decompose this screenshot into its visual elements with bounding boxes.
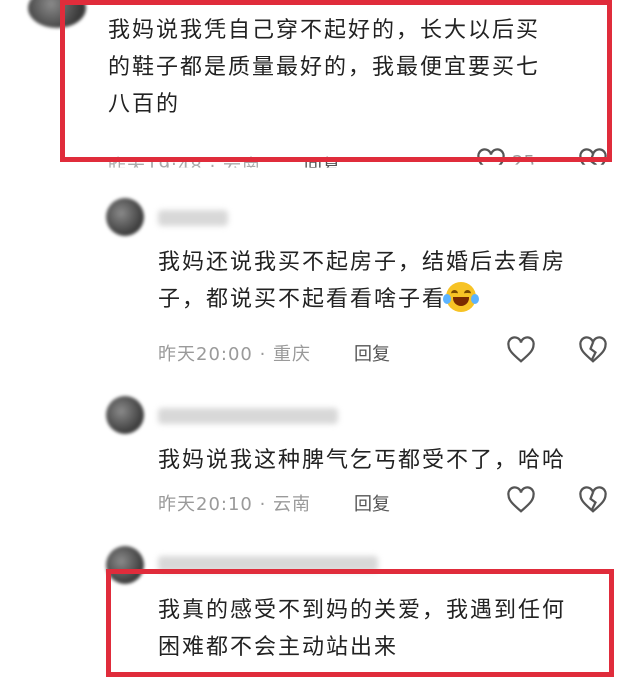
- broken-heart-icon[interactable]: [578, 148, 608, 165]
- comment-line: 我妈说我凭自己穿不起好的，长大以后买: [108, 18, 541, 43]
- reply-button[interactable]: 回复: [354, 490, 390, 516]
- reply-button[interactable]: 回复: [304, 152, 340, 168]
- location: 重庆: [273, 344, 312, 365]
- comment-meta: 昨天20:00 · 重庆: [158, 344, 312, 365]
- comment-line: 的鞋子都是质量最好的，我最便宜要买七: [108, 55, 541, 80]
- username[interactable]: [158, 408, 338, 424]
- comment-line: 困难都不会主动站出来: [158, 635, 399, 660]
- comment-line: 八百的: [108, 92, 181, 117]
- comment-meta: 昨天19:48 · 云南: [108, 156, 262, 177]
- heart-outline-icon[interactable]: [506, 336, 536, 364]
- avatar[interactable]: [106, 546, 144, 584]
- username[interactable]: [158, 556, 378, 572]
- comment-line: 我妈说我这种脾气乞丐都受不了，哈哈: [158, 448, 567, 473]
- comment-line: 我妈还说我买不起房子，结婚后去看房: [158, 250, 567, 275]
- heart-outline-icon[interactable]: [506, 486, 536, 514]
- broken-heart-icon[interactable]: [578, 336, 608, 364]
- timestamp: 昨天20:10: [158, 494, 253, 515]
- reply-button[interactable]: 回复: [354, 340, 390, 366]
- comment-meta: 昨天20:10 · 云南: [158, 494, 312, 515]
- username[interactable]: [158, 210, 228, 226]
- comment-line: 我真的感受不到妈的关爱，我遇到任何: [158, 598, 567, 623]
- avatar[interactable]: [106, 396, 144, 434]
- heart-outline-icon[interactable]: [476, 148, 506, 165]
- comment-text: 我妈说我这种脾气乞丐都受不了，哈哈: [158, 442, 566, 479]
- comment-line: 子，都说买不起看看啥子看: [158, 287, 447, 312]
- comment-text: 我妈还说我买不起房子，结婚后去看房 子，都说买不起看看啥子看: [158, 244, 566, 318]
- comment-thread: 我妈说我凭自己穿不起好的，长大以后买 的鞋子都是质量最好的，我最便宜要买七 八百…: [0, 0, 640, 679]
- broken-heart-icon[interactable]: [578, 486, 608, 514]
- avatar[interactable]: [106, 198, 144, 236]
- location: 云南: [273, 494, 312, 515]
- timestamp: 昨天20:00: [158, 344, 253, 365]
- avatar[interactable]: [28, 0, 86, 28]
- comment-text: 我妈说我凭自己穿不起好的，长大以后买 的鞋子都是质量最好的，我最便宜要买七 八百…: [108, 12, 540, 123]
- comment-text: 我真的感受不到妈的关爱，我遇到任何 困难都不会主动站出来: [158, 592, 566, 666]
- location: 云南: [223, 156, 262, 177]
- like-count: 25: [512, 152, 535, 173]
- laughing-crying-emoji-icon: [443, 282, 480, 312]
- timestamp: 昨天19:48: [108, 156, 203, 177]
